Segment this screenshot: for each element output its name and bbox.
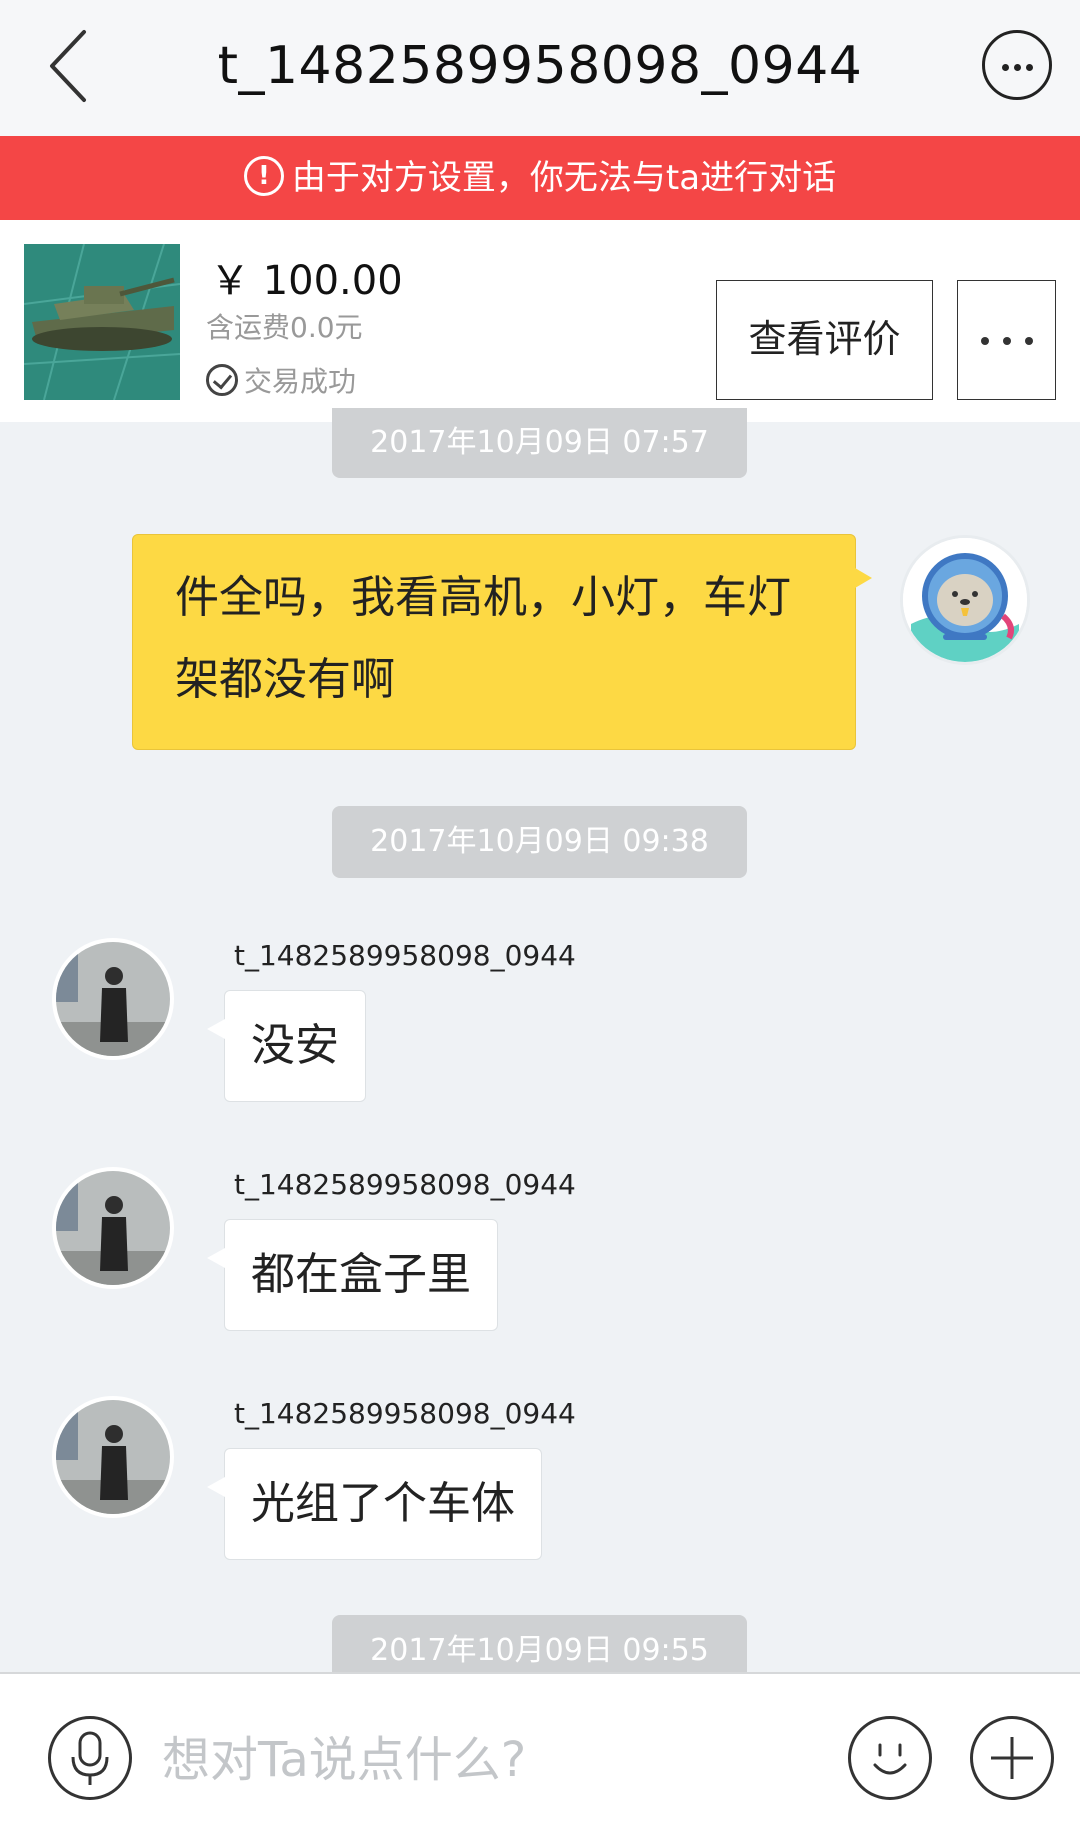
warning-icon: !	[243, 155, 284, 196]
product-card: ￥ 100.00 含运费0.0元 交易成功 查看评价	[0, 220, 1080, 422]
microphone-icon	[71, 1731, 109, 1785]
sender-name: t_1482589958098_0944	[234, 1397, 576, 1430]
plus-icon	[991, 1737, 1033, 1779]
back-button[interactable]	[40, 24, 104, 108]
ellipsis-dot	[1003, 337, 1011, 345]
outgoing-message[interactable]: 件全吗，我看高机，小灯，车灯架都没有啊	[132, 534, 872, 750]
timestamp: 2017年10月09日 09:38	[332, 806, 747, 878]
ellipsis-icon	[981, 337, 989, 345]
check-circle-icon	[206, 364, 238, 396]
person-photo-icon	[56, 1400, 170, 1514]
shipping-fee: 含运费0.0元	[206, 311, 363, 344]
timestamp: 2017年10月09日 07:57	[332, 408, 747, 478]
sender-name: t_1482589958098_0944	[234, 1168, 576, 1201]
more-dot	[1014, 64, 1021, 71]
product-more-button[interactable]	[957, 280, 1056, 400]
incoming-message[interactable]: 光组了个车体	[207, 1448, 542, 1560]
more-circle-icon	[1002, 64, 1009, 71]
incoming-message[interactable]: 没安	[207, 990, 366, 1102]
smiley-icon	[873, 1743, 907, 1775]
top-bar: t_1482589958098_0944	[0, 0, 1080, 136]
plus-button[interactable]	[970, 1716, 1054, 1800]
banner-text: 由于对方设置，你无法与ta进行对话	[291, 158, 837, 198]
ellipsis-dot	[1025, 337, 1033, 345]
my-avatar[interactable]	[900, 535, 1030, 665]
person-photo-icon	[56, 1171, 170, 1285]
order-status: 交易成功	[206, 360, 356, 400]
product-price: ￥ 100.00	[210, 258, 403, 304]
order-status-label: 交易成功	[244, 365, 357, 398]
contact-avatar[interactable]	[52, 1167, 174, 1289]
input-bar	[0, 1672, 1080, 1841]
incoming-message[interactable]: 都在盒子里	[207, 1219, 498, 1331]
person-photo-icon	[56, 942, 170, 1056]
contact-avatar[interactable]	[52, 1396, 174, 1518]
product-thumbnail[interactable]	[23, 243, 181, 401]
view-review-button[interactable]: 查看评价	[716, 280, 933, 400]
chat-title: t_1482589958098_0944	[217, 36, 863, 96]
tank-image	[23, 243, 181, 401]
contact-avatar[interactable]	[52, 938, 174, 1060]
seal-avatar-icon	[903, 538, 1027, 662]
emoji-button[interactable]	[848, 1716, 932, 1800]
more-dot	[1026, 64, 1033, 71]
more-button[interactable]	[982, 30, 1052, 100]
sender-name: t_1482589958098_0944	[234, 939, 576, 972]
blocked-banner: ! 由于对方设置，你无法与ta进行对话	[0, 136, 1080, 220]
voice-button[interactable]	[48, 1716, 132, 1800]
message-input[interactable]	[160, 1714, 824, 1806]
chevron-left-icon	[50, 30, 86, 102]
